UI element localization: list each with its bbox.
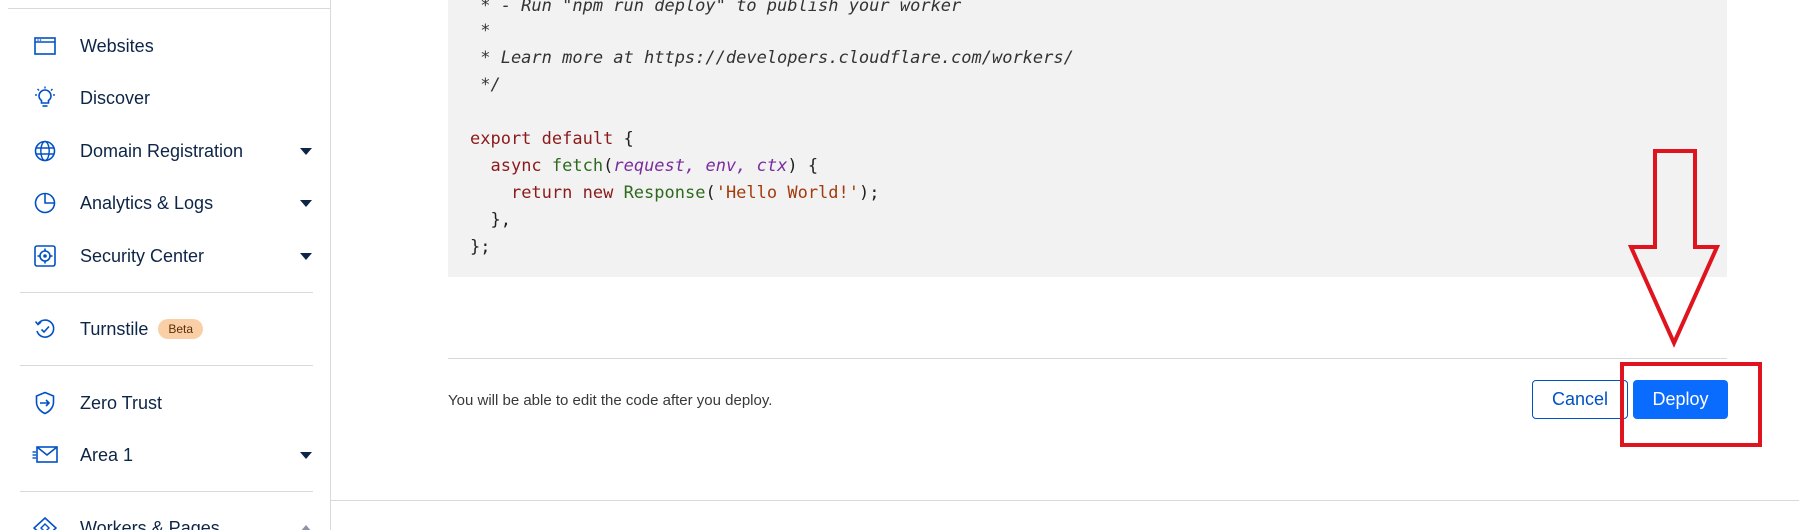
browser-window-icon xyxy=(32,33,58,59)
code-line: * - Run "npm run deploy" to publish your… xyxy=(470,0,962,16)
sidebar-divider xyxy=(20,491,313,492)
code-line: return new Response('Hello World!'); xyxy=(510,183,880,203)
sidebar-item-label: Zero Trust xyxy=(80,392,163,413)
sidebar-item-label: Security Center xyxy=(80,245,205,266)
sidebar-item-label: Domain Registration xyxy=(80,140,244,161)
sidebar-item-websites[interactable]: Websites xyxy=(20,26,316,66)
sidebar-item-label: Turnstile xyxy=(80,318,149,339)
code-line: async fetch(request, env, ctx) { xyxy=(490,156,819,176)
sidebar-item-security-center[interactable]: Security Center xyxy=(20,236,316,276)
sidebar-item-turnstile[interactable]: Turnstile Beta xyxy=(20,309,316,349)
sidebar-item-label: Websites xyxy=(80,35,154,56)
sidebar-item-domain-registration[interactable]: Domain Registration xyxy=(20,131,316,171)
sidebar-item-area-1[interactable]: Area 1 xyxy=(20,435,316,475)
sidebar-item-discover[interactable]: Discover xyxy=(20,78,316,118)
sidebar-item-workers-pages[interactable]: Workers & Pages xyxy=(20,508,316,530)
sidebar-item-analytics-logs[interactable]: Analytics & Logs xyxy=(20,183,316,223)
workers-icon xyxy=(32,515,58,530)
sidebar-item-label: Analytics & Logs xyxy=(80,192,214,213)
code-preview: * - Run "npm run deploy" to publish your… xyxy=(448,0,1727,277)
code-line: * Learn more at https://developers.cloud… xyxy=(470,48,1074,68)
sidebar-top-divider xyxy=(8,8,330,9)
sidebar-divider xyxy=(20,292,313,293)
chevron-down-icon[interactable] xyxy=(300,148,312,155)
sidebar-divider xyxy=(20,365,313,366)
code-line: */ xyxy=(470,75,501,95)
chevron-down-icon[interactable] xyxy=(300,253,312,260)
mail-icon xyxy=(32,442,58,468)
content-divider xyxy=(448,358,1727,359)
sidebar: Websites Discover Domain Registration An… xyxy=(0,0,331,530)
shield-arrow-icon xyxy=(32,390,58,416)
chevron-up-icon[interactable] xyxy=(300,525,312,530)
sidebar-item-label: Area 1 xyxy=(80,444,134,465)
sidebar-item-zero-trust[interactable]: Zero Trust xyxy=(20,383,316,423)
code-line: }, xyxy=(470,210,511,230)
chevron-down-icon[interactable] xyxy=(300,200,312,207)
deploy-hint-text: You will be able to edit the code after … xyxy=(448,392,773,409)
globe-icon xyxy=(32,138,58,164)
code-line: export default { xyxy=(470,129,634,149)
code-line: * xyxy=(470,21,491,41)
sidebar-item-label: Discover xyxy=(80,87,151,108)
sidebar-item-label: Workers & Pages xyxy=(80,517,220,530)
chevron-down-icon[interactable] xyxy=(300,452,312,459)
deploy-button[interactable]: Deploy xyxy=(1633,380,1728,419)
beta-badge: Beta xyxy=(158,319,204,339)
lightbulb-icon xyxy=(32,85,58,111)
pie-chart-icon xyxy=(32,190,58,216)
app-root: Websites Discover Domain Registration An… xyxy=(0,0,1799,530)
page-bottom-divider xyxy=(330,500,1799,501)
security-gear-icon xyxy=(32,243,58,269)
refresh-check-icon xyxy=(32,316,58,342)
code-line: }; xyxy=(470,237,491,257)
cancel-button[interactable]: Cancel xyxy=(1532,380,1628,419)
